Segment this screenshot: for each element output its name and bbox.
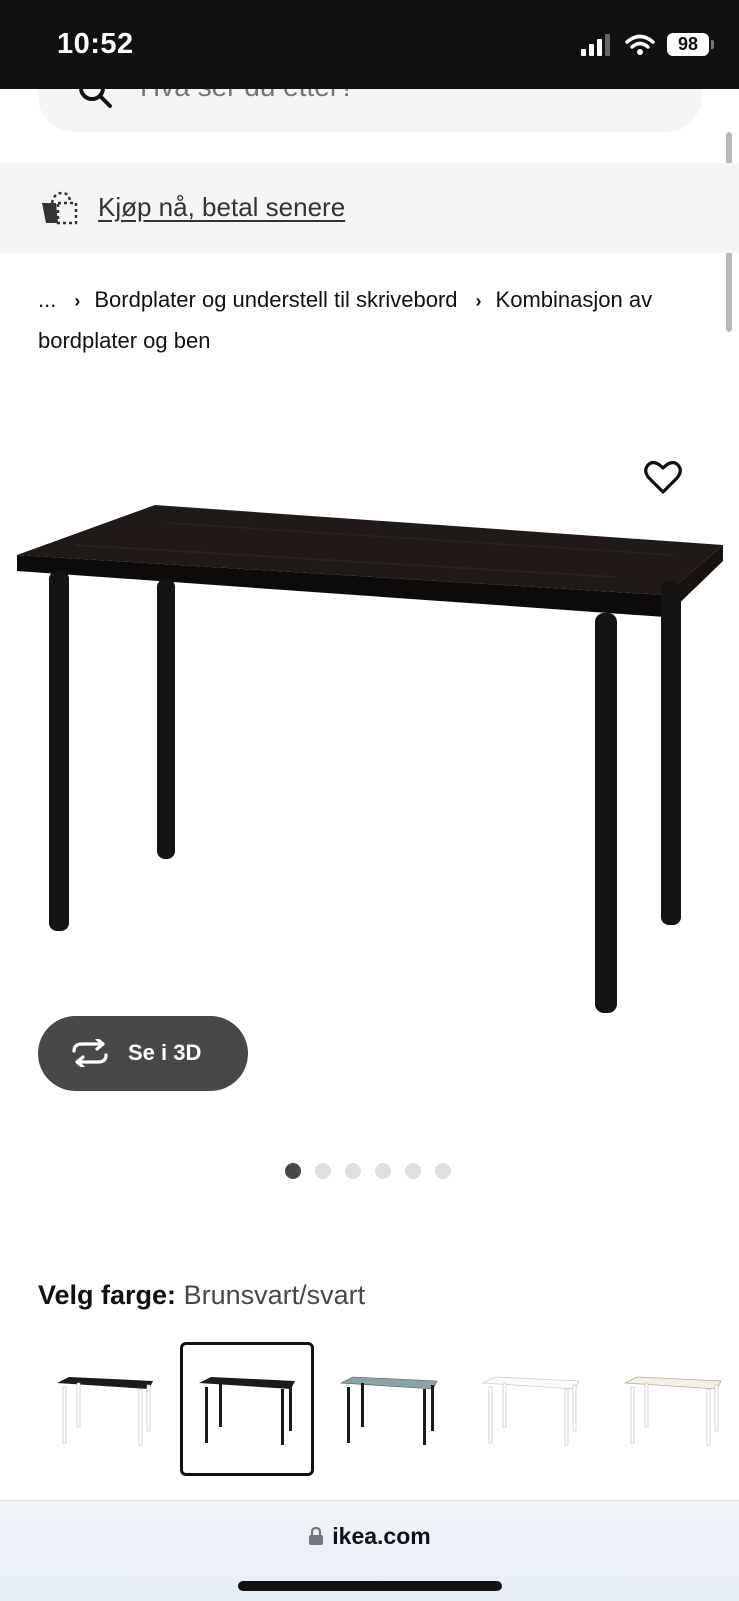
battery-icon: 98 xyxy=(667,33,714,56)
color-swatch-selected[interactable] xyxy=(180,1342,314,1476)
color-value: Brunsvart/svart xyxy=(183,1280,366,1310)
color-swatch[interactable] xyxy=(606,1342,739,1476)
color-heading: Velg farge: Brunsvart/svart xyxy=(38,1280,365,1311)
cellular-signal-icon xyxy=(581,33,610,56)
breadcrumb: ... › Bordplater og understell til skriveb… xyxy=(38,280,708,361)
swatch-desk-image xyxy=(339,1376,438,1445)
swatch-desk-image xyxy=(623,1376,722,1446)
status-time: 10:52 xyxy=(57,28,134,60)
heart-icon[interactable] xyxy=(643,458,683,498)
home-indicator[interactable] xyxy=(238,1581,502,1591)
browser-url-bar[interactable]: ikea.com xyxy=(0,1500,739,1601)
chevron-right-icon: › xyxy=(475,291,482,311)
status-icons: 98 xyxy=(581,33,714,56)
carousel-dots xyxy=(285,1163,451,1179)
url-text: ikea.com xyxy=(332,1523,431,1549)
view-3d-button[interactable]: Se i 3D xyxy=(38,1016,248,1091)
lock-icon xyxy=(309,1526,324,1545)
breadcrumb-ellipsis[interactable]: ... xyxy=(38,287,56,312)
url-display[interactable]: ikea.com xyxy=(0,1523,739,1550)
status-bar: 10:52 98 xyxy=(0,0,739,89)
view-3d-label: Se i 3D xyxy=(128,1040,202,1065)
color-swatch[interactable] xyxy=(38,1342,172,1476)
bnpl-banner[interactable]: Kjøp nå, betal senere xyxy=(0,163,739,253)
swatch-desk-image xyxy=(57,1377,153,1446)
color-swatches xyxy=(38,1342,739,1476)
carousel-dot[interactable] xyxy=(435,1163,451,1179)
chevron-right-icon: › xyxy=(74,291,81,311)
bnpl-link[interactable]: Kjøp nå, betal senere xyxy=(98,192,345,223)
color-label: Velg farge: xyxy=(38,1280,177,1310)
carousel-dot[interactable] xyxy=(315,1163,331,1179)
color-swatch[interactable] xyxy=(322,1342,456,1476)
carousel-dot[interactable] xyxy=(375,1163,391,1179)
carousel-dot-active[interactable] xyxy=(285,1163,301,1179)
wifi-icon xyxy=(625,34,655,55)
color-swatch[interactable] xyxy=(464,1342,598,1476)
swatch-desk-image xyxy=(199,1377,295,1445)
bag-icon xyxy=(42,191,78,225)
carousel-dot[interactable] xyxy=(345,1163,361,1179)
breadcrumb-item[interactable]: Bordplater og understell til skrivebord xyxy=(94,287,457,312)
product-image[interactable] xyxy=(15,505,725,1025)
carousel-dot[interactable] xyxy=(405,1163,421,1179)
swatch-desk-image xyxy=(481,1376,580,1446)
rotate-3d-icon xyxy=(72,1039,108,1067)
